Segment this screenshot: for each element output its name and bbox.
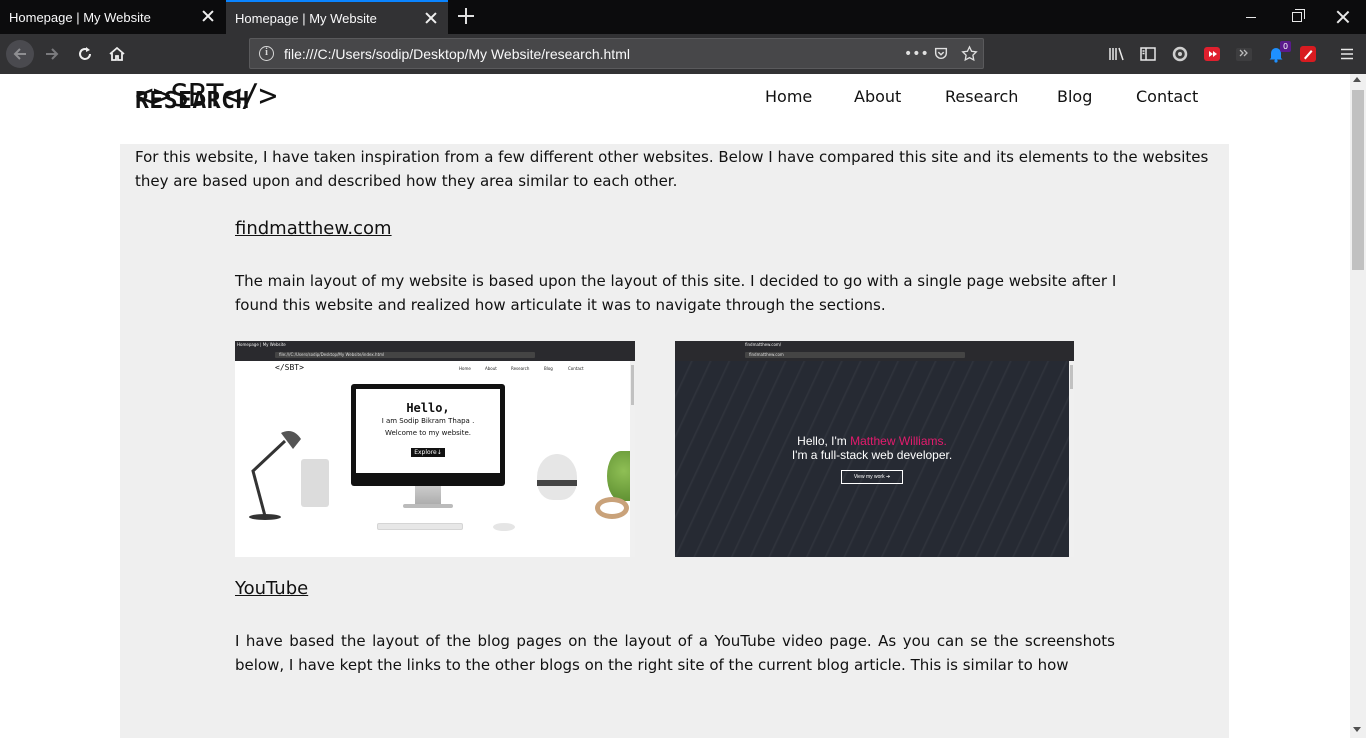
restore-button[interactable] — [1274, 0, 1320, 34]
url-text[interactable]: file:///C:/Users/sodip/Desktop/My Websit… — [284, 46, 630, 62]
bookmark-star-icon[interactable] — [960, 45, 978, 63]
pencil-vase-image — [301, 459, 329, 507]
nav-research-link[interactable]: Research — [945, 87, 1018, 106]
extension-red-icon[interactable] — [1202, 44, 1222, 64]
nav-contact-link[interactable]: Contact — [1136, 87, 1198, 106]
own-site-screenshot: Homepage | My Website file:///C:/Users/s… — [235, 341, 635, 557]
restore-icon — [1292, 9, 1305, 22]
notification-count-badge: 0 — [1280, 41, 1291, 52]
tab-strip: Homepage | My Website Homepage | My Webs… — [0, 0, 1366, 34]
forward-arrow-icon — [46, 48, 59, 60]
site-info-icon[interactable]: i — [259, 46, 274, 61]
desk-lamp-image — [249, 431, 301, 520]
close-tab-icon[interactable] — [201, 9, 215, 23]
address-bar[interactable]: i file:///C:/Users/sodip/Desktop/My Webs… — [249, 38, 984, 69]
back-arrow-icon — [13, 48, 26, 60]
nav-blog-link[interactable]: Blog — [1057, 87, 1092, 106]
menu-hamburger-icon[interactable] — [1337, 44, 1357, 64]
mini-nav-research: Research — [511, 366, 530, 371]
findmatthew-description: The main layout of my website is based u… — [235, 272, 1117, 314]
pocket-icon[interactable] — [932, 45, 950, 63]
imac-stand — [415, 486, 441, 506]
keyboard-image — [377, 523, 463, 530]
mini-tab-title: Homepage | My Website — [237, 342, 286, 347]
matthew-name: Matthew Williams. — [850, 434, 947, 448]
mini-hello-text: Hello, — [406, 401, 450, 415]
scroll-down-arrow-icon[interactable] — [1353, 727, 1361, 732]
browser-tab-2-active[interactable]: Homepage | My Website — [226, 0, 448, 34]
mini-nav-home: Home — [459, 366, 471, 371]
mini-url: file:///C:/Users/sodip/Desktop/My Websit… — [279, 352, 385, 357]
back-button[interactable] — [6, 40, 34, 68]
reload-button[interactable] — [71, 40, 99, 68]
nav-home-link[interactable]: Home — [765, 87, 812, 106]
mini-browser-chrome: Homepage | My Website file:///C:/Users/s… — [235, 341, 635, 361]
research-heading: RESEARCH — [135, 88, 250, 114]
kettle-image — [537, 454, 577, 500]
research-intro: For this website, I have taken inspirati… — [135, 148, 1209, 190]
mini-url: findmatthew.com — [749, 352, 784, 357]
matthew-tagline: I'm a full-stack web developer. — [791, 448, 953, 462]
new-tab-icon[interactable] — [456, 6, 476, 26]
overflow-chevron-icon[interactable] — [1234, 44, 1254, 64]
reload-icon — [79, 47, 91, 60]
minimize-button[interactable] — [1228, 0, 1274, 34]
mini-explore-button: Explore↓ — [411, 448, 445, 457]
findmatthew-screenshot: findmatthew.com/ findmatthew.com Hello, … — [675, 341, 1074, 557]
youtube-link[interactable]: YouTube — [235, 578, 308, 599]
matthew-greeting-prefix: Hello, I'm — [797, 434, 851, 448]
imac-base — [403, 504, 453, 508]
mini-logo: </SBT> — [275, 363, 304, 372]
navigation-toolbar: i file:///C:/Users/sodip/Desktop/My Webs… — [0, 34, 1366, 74]
mini-intro-line2: Welcome to my website. — [384, 429, 472, 437]
matthew-greeting: Hello, I'm Matthew Williams. — [675, 434, 1069, 448]
tab-title: Homepage | My Website — [235, 10, 377, 26]
library-icon[interactable] — [1106, 44, 1126, 64]
close-icon — [1336, 10, 1350, 24]
extension-sync-icon[interactable] — [1170, 44, 1190, 64]
browser-tab-1[interactable]: Homepage | My Website — [0, 0, 225, 34]
sidebar-icon[interactable] — [1138, 44, 1158, 64]
home-button[interactable] — [103, 40, 131, 68]
mini-browser-chrome: findmatthew.com/ findmatthew.com — [675, 341, 1074, 361]
scroll-up-arrow-icon[interactable] — [1353, 77, 1361, 82]
mini-scrollbar — [1069, 361, 1074, 557]
findmatthew-link[interactable]: findmatthew.com — [235, 218, 392, 239]
nav-about-link[interactable]: About — [854, 87, 901, 106]
mini-tab-title: findmatthew.com/ — [745, 342, 782, 347]
page-scrollbar-thumb[interactable] — [1352, 90, 1364, 270]
view-my-work-button: View my work ➔ — [841, 470, 903, 484]
tab-title: Homepage | My Website — [9, 9, 151, 25]
mini-scrollbar — [630, 361, 635, 557]
mouse-image — [493, 523, 515, 531]
headphones-image — [595, 497, 629, 519]
mini-nav-contact: Contact — [568, 366, 584, 371]
imac-image: Hello, I am Sodip Bikram Thapa . Welcome… — [351, 384, 505, 486]
mini-nav-blog: Blog — [544, 366, 553, 371]
mini-intro-line1: I am Sodip Bikram Thapa . — [381, 417, 475, 425]
extension-pen-icon[interactable] — [1298, 44, 1318, 64]
page-actions-icon[interactable]: ••• — [904, 45, 929, 63]
forward-button[interactable] — [38, 40, 66, 68]
mini-nav-about: About — [485, 366, 497, 371]
home-icon — [109, 46, 125, 61]
minimize-icon — [1246, 16, 1256, 18]
youtube-description: I have based the layout of the blog page… — [235, 632, 1115, 674]
close-window-button[interactable] — [1320, 0, 1366, 34]
close-tab-icon[interactable] — [424, 11, 438, 25]
